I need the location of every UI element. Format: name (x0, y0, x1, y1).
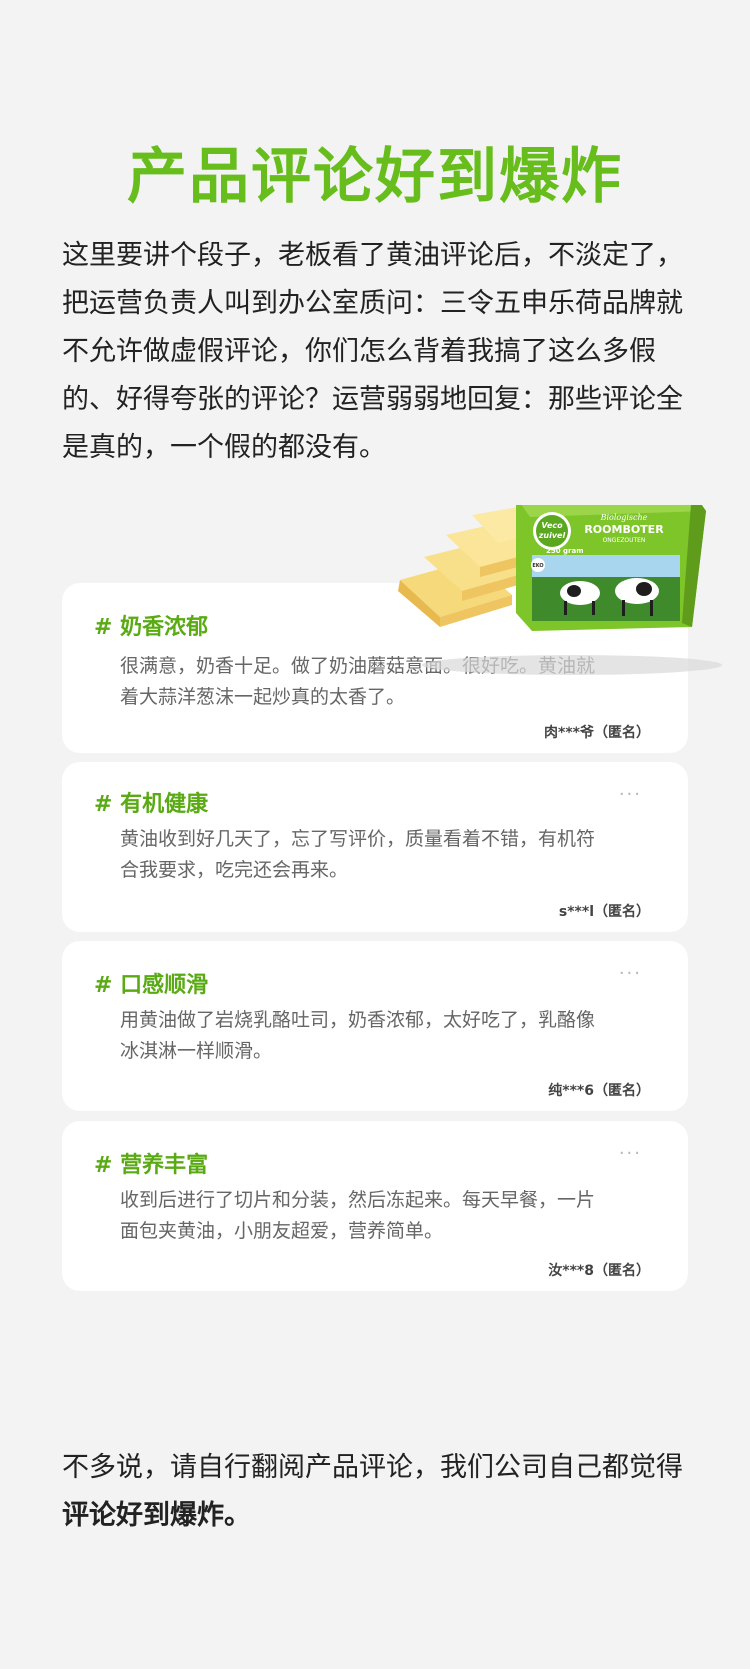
page: 产品评论好到爆炸 这里要讲个段子，老板看了黄油评论后，不淡定了， 把运营负责人叫… (0, 0, 750, 1669)
review-card: # 营养丰富 ··· 收到后进行了切片和分装，然后冻起来。每天早餐，一片 面包夹… (62, 1121, 688, 1291)
review-user: 纯***6（匿名） (548, 1083, 650, 1099)
butter-product-image: Veco zuivel Biologische ROOMBOTER ONGEZO… (398, 505, 722, 675)
outro-bold-line: 评论好到爆炸。 (62, 1500, 251, 1531)
review-tag: # 奶香浓郁 (94, 615, 209, 640)
review-user: 汝***8（匿名） (548, 1263, 650, 1279)
eco-label: EKO (532, 563, 543, 569)
product-name-top: Biologische (600, 513, 648, 522)
butter-package: Veco zuivel Biologische ROOMBOTER ONGEZO… (516, 505, 706, 631)
review-card: # 口感顺滑 ··· 用黄油做了岩烧乳酪吐司，奶香浓郁，太好吃了，乳酪像 冰淇淋… (62, 941, 688, 1111)
review-tag: # 有机健康 (94, 792, 209, 817)
brand-text-2: zuivel (538, 531, 566, 540)
review-card: # 有机健康 ··· 黄油收到好几天了，忘了写评价，质量看着不错，有机符 合我要… (62, 762, 688, 932)
review-tag: # 营养丰富 (94, 1153, 209, 1178)
review-text: 用黄油做了岩烧乳酪吐司，奶香浓郁，太好吃了，乳酪像 冰淇淋一样顺滑。 (120, 1009, 596, 1062)
outro-line: 不多说，请自行翻阅产品评论，我们公司自己都觉得 (62, 1452, 683, 1483)
page-title: 产品评论好到爆炸 (127, 142, 623, 212)
review-user: s***l（匿名） (558, 904, 650, 920)
outro-paragraph: 不多说，请自行翻阅产品评论，我们公司自己都觉得 评论好到爆炸。 (62, 1444, 702, 1540)
review-text: 收到后进行了切片和分装，然后冻起来。每天早餐，一片 面包夹黄油，小朋友超爱，营养… (120, 1189, 596, 1242)
product-name-sub: ONGEZOUTEN (603, 537, 646, 544)
review-text: 黄油收到好几天了，忘了写评价，质量看着不错，有机符 合我要求，吃完还会再来。 (120, 828, 596, 881)
review-user: 肉***爷（匿名） (544, 725, 650, 741)
more-icon[interactable]: ··· (619, 963, 642, 984)
product-weight: 250 gram (546, 547, 584, 555)
intro-paragraph: 这里要讲个段子，老板看了黄油评论后，不淡定了， 把运营负责人叫到办公室质问：三令… (62, 240, 683, 463)
review-tag: # 口感顺滑 (94, 973, 209, 998)
brand-text-1: Veco (541, 521, 563, 530)
more-icon[interactable]: ··· (619, 784, 642, 805)
more-icon[interactable]: ··· (619, 1143, 642, 1164)
product-name-main: ROOMBOTER (584, 523, 664, 536)
